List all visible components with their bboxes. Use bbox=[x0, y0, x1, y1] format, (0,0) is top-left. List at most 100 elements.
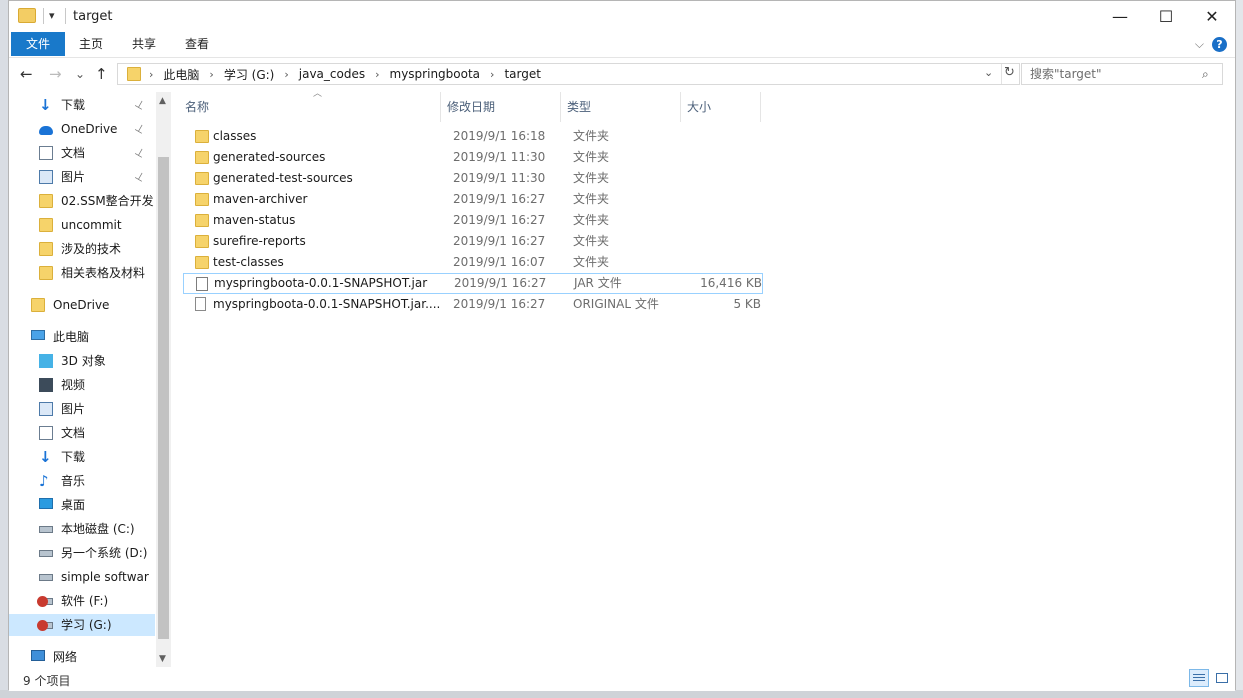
chevron-right-icon[interactable]: › bbox=[205, 68, 217, 81]
sidebar-item[interactable]: 图片 bbox=[9, 398, 155, 420]
sidebar-item[interactable]: OneDrive bbox=[9, 294, 155, 316]
divider bbox=[43, 8, 44, 24]
file-date: 2019/9/1 16:27 bbox=[453, 297, 546, 311]
chevron-right-icon[interactable]: › bbox=[486, 68, 498, 81]
tab-view[interactable]: 查看 bbox=[175, 32, 219, 56]
column-header-name[interactable]: 名称 bbox=[179, 92, 441, 122]
file-date: 2019/9/1 16:27 bbox=[453, 213, 546, 227]
sidebar-item[interactable]: 02.SSM整合开发 bbox=[9, 190, 155, 212]
sidebar-item-label: 3D 对象 bbox=[61, 354, 106, 368]
up-arrow-icon[interactable]: ↑ bbox=[95, 65, 108, 83]
pin-icon[interactable]: ⊥ bbox=[130, 118, 149, 140]
sidebar-item[interactable]: ↓ 下载 bbox=[9, 446, 155, 468]
file-row[interactable]: generated-test-sources 2019/9/1 11:30 文件夹 bbox=[183, 168, 763, 189]
file-row[interactable]: maven-status 2019/9/1 16:27 文件夹 bbox=[183, 210, 763, 231]
help-icon[interactable]: ? bbox=[1212, 37, 1227, 52]
tab-home[interactable]: 主页 bbox=[69, 32, 113, 56]
file-type: 文件夹 bbox=[573, 255, 610, 269]
sidebar-item[interactable]: simple softwar bbox=[9, 566, 155, 588]
file-size: 16,416 KB bbox=[700, 276, 762, 290]
minimize-button[interactable]: — bbox=[1097, 1, 1143, 32]
chevron-right-icon[interactable]: › bbox=[145, 68, 157, 81]
file-name: maven-status bbox=[213, 213, 296, 227]
file-row[interactable]: maven-archiver 2019/9/1 16:27 文件夹 bbox=[183, 189, 763, 210]
folder-icon bbox=[195, 193, 209, 206]
large-icons-view-button[interactable] bbox=[1212, 669, 1232, 687]
sidebar-item[interactable]: ↓ 下载 ⊥ bbox=[9, 94, 155, 116]
file-row[interactable]: generated-sources 2019/9/1 11:30 文件夹 bbox=[183, 147, 763, 168]
status-bar: 9 个项目 bbox=[9, 667, 1235, 691]
explorer-window: ▾ target — ☐ ✕ 文件 主页 共享 查看 ⌵ ? ← → ⌄ ↑ ›… bbox=[8, 0, 1236, 691]
details-view-button[interactable] bbox=[1189, 669, 1209, 687]
back-arrow-icon[interactable]: ← bbox=[20, 65, 33, 83]
file-name: generated-sources bbox=[213, 150, 326, 164]
breadcrumb-item-myspringboota[interactable]: myspringboota bbox=[384, 67, 487, 81]
recent-locations-chevron-icon[interactable]: ⌄ bbox=[75, 67, 85, 81]
navigation-pane: ↓ 下载 ⊥ OneDrive ⊥ 文档 ⊥ 图片 ⊥ 02.SSM整合开发 uncommit 涉及的… bbox=[9, 92, 164, 667]
breadcrumb-item-target[interactable]: target bbox=[498, 67, 547, 81]
expand-ribbon-chevron-icon[interactable]: ⌵ bbox=[1195, 37, 1204, 52]
title-bar: ▾ target — ☐ ✕ bbox=[9, 1, 1235, 32]
breadcrumb-item-drive-g[interactable]: 学习 (G:) bbox=[218, 66, 281, 83]
refresh-icon[interactable]: ↻ bbox=[1004, 65, 1015, 80]
file-type: 文件夹 bbox=[573, 234, 610, 248]
file-row[interactable]: surefire-reports 2019/9/1 16:27 文件夹 bbox=[183, 231, 763, 252]
maximize-button[interactable]: ☐ bbox=[1143, 1, 1189, 32]
sidebar-item[interactable]: 软件 (F:) bbox=[9, 590, 155, 612]
forward-arrow-icon[interactable]: → bbox=[49, 65, 62, 83]
address-bar[interactable]: › 此电脑 › 学习 (G:) › java_codes › myspringb… bbox=[117, 63, 1020, 85]
sidebar-item[interactable]: uncommit bbox=[9, 214, 155, 236]
breadcrumb-item-java-codes[interactable]: java_codes bbox=[293, 67, 371, 81]
sidebar-item[interactable]: 视频 bbox=[9, 374, 155, 396]
sidebar-item[interactable]: 本地磁盘 (C:) bbox=[9, 518, 155, 540]
search-icon[interactable]: ⌕ bbox=[1202, 67, 1209, 82]
sidebar-item[interactable]: ♪ 音乐 bbox=[9, 470, 155, 492]
file-name: classes bbox=[213, 129, 257, 143]
tab-share[interactable]: 共享 bbox=[122, 32, 166, 56]
sidebar-item[interactable]: OneDrive ⊥ bbox=[9, 118, 155, 140]
sidebar-item[interactable]: 另一个系统 (D:) bbox=[9, 542, 155, 564]
quick-access-toolbar-dropdown[interactable]: ▾ bbox=[49, 9, 55, 22]
sidebar-item[interactable]: 文档 bbox=[9, 422, 155, 444]
file-row[interactable]: myspringboota-0.0.1-SNAPSHOT.jar.... 2019… bbox=[183, 294, 763, 315]
tab-file[interactable]: 文件 bbox=[11, 32, 65, 56]
file-row[interactable]: myspringboota-0.0.1-SNAPSHOT.jar 2019/9/1… bbox=[183, 273, 763, 294]
details-view-icon bbox=[1193, 674, 1205, 675]
pin-icon[interactable]: ⊥ bbox=[130, 166, 149, 188]
column-header-size[interactable]: 大小 bbox=[681, 92, 761, 122]
chevron-right-icon[interactable]: › bbox=[280, 68, 292, 81]
sidebar-item[interactable]: 此电脑 bbox=[9, 326, 155, 348]
scroll-down-arrow-icon[interactable]: ▼ bbox=[159, 654, 166, 664]
file-name: maven-archiver bbox=[213, 192, 308, 206]
navigation-pane-scrollbar[interactable]: ▲ ▼ bbox=[156, 92, 171, 667]
sidebar-item[interactable]: 文档 ⊥ bbox=[9, 142, 155, 164]
item-count: 9 个项目 bbox=[23, 674, 71, 688]
download-icon: ↓ bbox=[39, 96, 52, 114]
pin-icon[interactable]: ⊥ bbox=[130, 94, 149, 116]
scroll-up-arrow-icon[interactable]: ▲ bbox=[159, 96, 166, 106]
sidebar-item[interactable]: 相关表格及材料 bbox=[9, 262, 155, 284]
folder-icon bbox=[195, 172, 209, 185]
file-date: 2019/9/1 16:07 bbox=[453, 255, 546, 269]
sidebar-item[interactable]: 网络 bbox=[9, 646, 155, 667]
column-header-date[interactable]: 修改日期 bbox=[441, 92, 561, 122]
scrollbar-thumb[interactable] bbox=[158, 157, 169, 639]
file-size: 5 KB bbox=[733, 297, 761, 311]
file-row[interactable]: test-classes 2019/9/1 16:07 文件夹 bbox=[183, 252, 763, 273]
column-header-type[interactable]: 类型 bbox=[561, 92, 681, 122]
file-row[interactable]: classes 2019/9/1 16:18 文件夹 bbox=[183, 126, 763, 147]
close-button[interactable]: ✕ bbox=[1189, 1, 1235, 32]
chevron-right-icon[interactable]: › bbox=[371, 68, 383, 81]
ribbon-tabs: 文件 主页 共享 查看 ⌵ ? bbox=[9, 32, 1235, 58]
sidebar-item[interactable]: 图片 ⊥ bbox=[9, 166, 155, 188]
search-input[interactable]: 搜索"target" bbox=[1021, 63, 1223, 85]
breadcrumb-item-this-pc[interactable]: 此电脑 bbox=[157, 66, 205, 83]
warning-icon bbox=[37, 620, 48, 631]
ribbon-controls: ⌵ ? bbox=[1195, 37, 1227, 52]
sidebar-item[interactable]: 学习 (G:) bbox=[9, 614, 155, 636]
sidebar-item[interactable]: 涉及的技术 bbox=[9, 238, 155, 260]
address-dropdown-chevron-icon[interactable]: ⌄ bbox=[984, 66, 993, 79]
sidebar-item[interactable]: 3D 对象 bbox=[9, 350, 155, 372]
sidebar-item[interactable]: 桌面 bbox=[9, 494, 155, 516]
pin-icon[interactable]: ⊥ bbox=[130, 142, 149, 164]
